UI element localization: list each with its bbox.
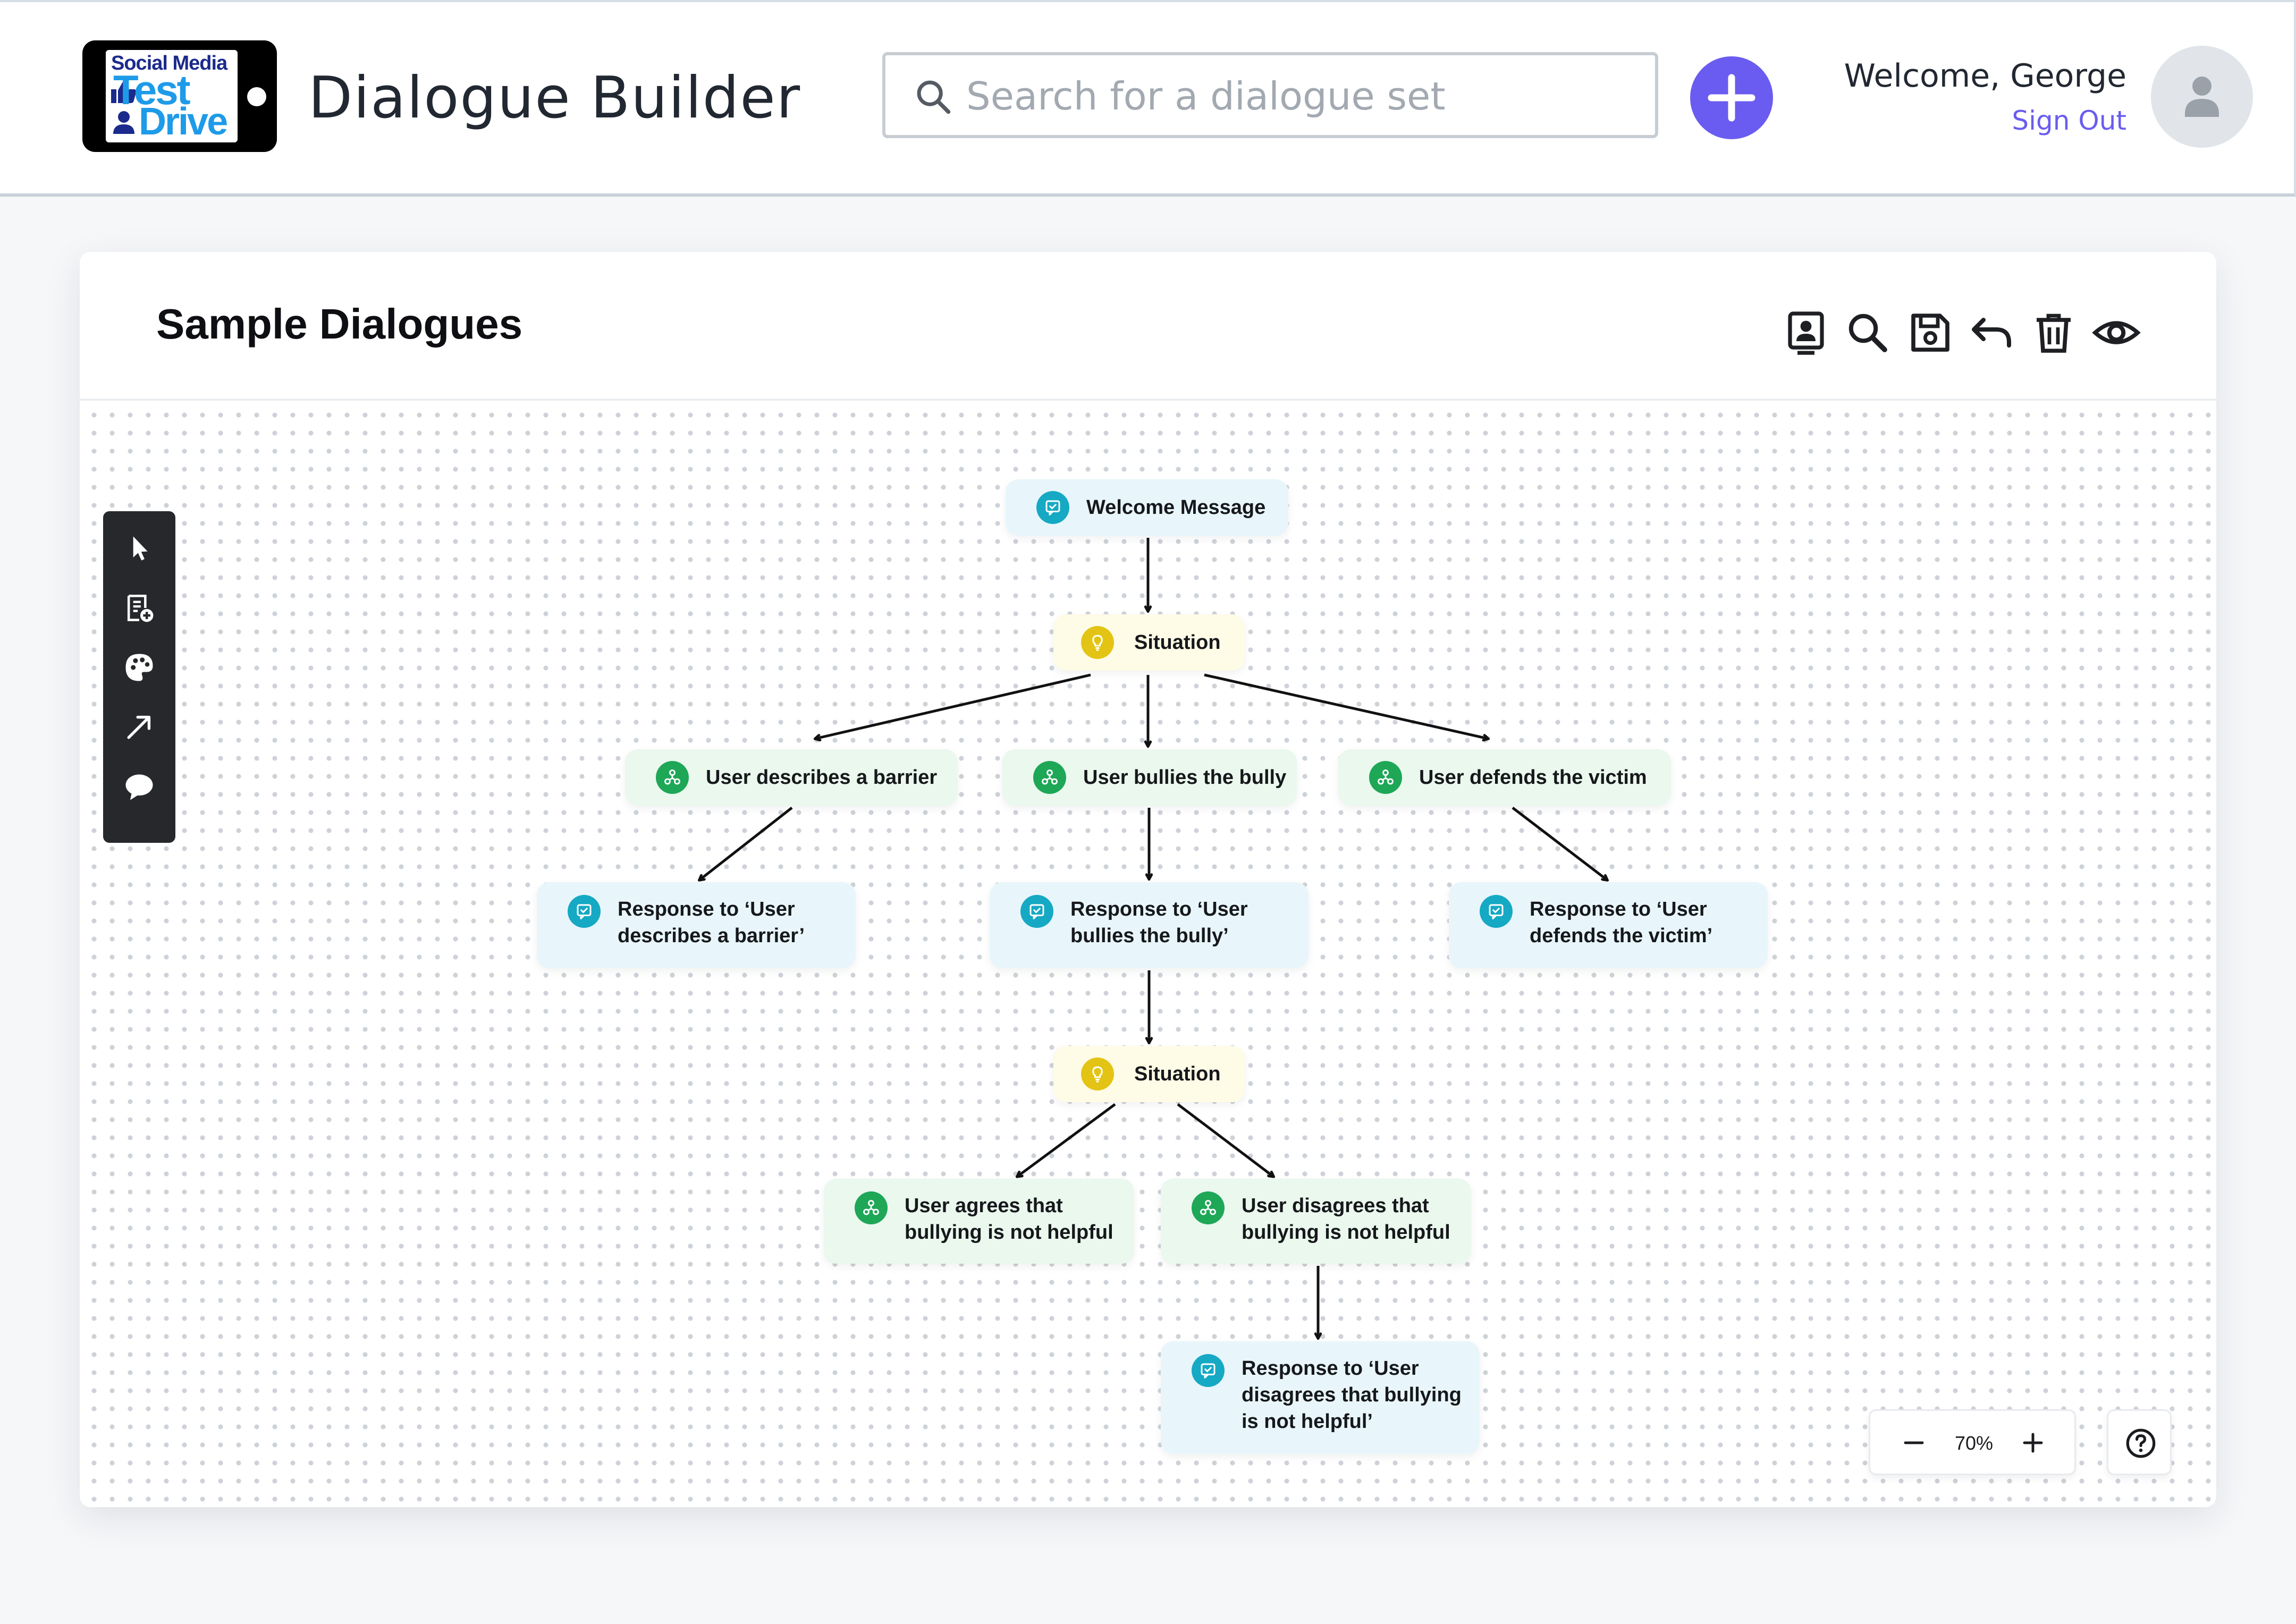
flow-node-label: Response to ‘User bullies the bully’ xyxy=(1070,898,1248,947)
flow-node-user-bully[interactable]: User bullies the bully xyxy=(1002,749,1297,806)
flow-node-user-barrier[interactable]: User describes a barrier xyxy=(625,749,958,806)
lightbulb-icon xyxy=(1081,626,1114,659)
connector-user-defends-to-resp-defends[interactable] xyxy=(1512,807,1607,880)
flow-node-label: Situation xyxy=(1134,1063,1221,1085)
user-choice-icon xyxy=(855,1191,888,1224)
flow-node-label: User agrees that bullying is not helpful xyxy=(905,1195,1113,1244)
flow-node-user-disagrees[interactable]: User disagrees that bullying is not help… xyxy=(1161,1179,1471,1264)
flow-node-label: User disagrees that bullying is not help… xyxy=(1242,1195,1450,1244)
chat-message-icon xyxy=(1480,895,1513,928)
connector-situation1-to-user-defends[interactable] xyxy=(1204,673,1488,739)
flow-connectors xyxy=(0,538,2296,1624)
flow-node-label: Response to ‘User defends the victim’ xyxy=(1530,898,1713,947)
flow-node-situation2[interactable]: Situation xyxy=(1053,1046,1245,1102)
connector-user-barrier-to-resp-barrier[interactable] xyxy=(699,807,793,880)
connector-situation2-to-user-disagrees[interactable] xyxy=(1177,1103,1273,1177)
chat-message-icon xyxy=(568,895,601,928)
flow-node-resp-defends[interactable]: Response to ‘User defends the victim’ xyxy=(1449,882,1768,968)
zoom-out-button[interactable] xyxy=(1898,1427,1930,1459)
flow-node-welcome[interactable]: Welcome Message xyxy=(1006,479,1288,536)
help-button[interactable] xyxy=(2107,1409,2172,1475)
flow-node-label: User describes a barrier xyxy=(706,766,938,789)
user-choice-icon xyxy=(1033,761,1066,794)
chat-message-icon xyxy=(1192,1354,1225,1387)
user-choice-icon xyxy=(1369,761,1402,794)
connector-situation1-to-user-barrier[interactable] xyxy=(815,673,1091,739)
flow-node-label: Welcome Message xyxy=(1086,496,1266,519)
flow-node-label: Situation xyxy=(1134,631,1221,654)
minus-icon xyxy=(1904,1441,1924,1444)
flow-node-resp-barrier[interactable]: Response to ‘User describes a barrier’ xyxy=(537,882,856,968)
flow-node-situation1[interactable]: Situation xyxy=(1053,614,1245,671)
zoom-control: 70% xyxy=(1869,1409,2076,1475)
flow-node-resp-bully[interactable]: Response to ‘User bullies the bully’ xyxy=(990,882,1309,968)
flow-node-label: Response to ‘User describes a barrier’ xyxy=(618,898,805,947)
flow-node-user-defends[interactable]: User defends the victim xyxy=(1338,749,1671,806)
lightbulb-icon xyxy=(1081,1058,1114,1090)
zoom-in-button[interactable] xyxy=(2017,1427,2049,1459)
connector-situation2-to-user-agrees[interactable] xyxy=(1017,1103,1116,1177)
flow-node-resp-disagrees[interactable]: Response to ‘User disagrees that bullyin… xyxy=(1161,1341,1480,1454)
plus-icon xyxy=(2023,1433,2043,1453)
flow-node-label: Response to ‘User disagrees that bullyin… xyxy=(1242,1357,1462,1433)
chat-message-icon xyxy=(1036,491,1069,524)
flow-node-label: User bullies the bully xyxy=(1083,766,1287,789)
chat-message-icon xyxy=(1020,895,1053,928)
flow-node-label: User defends the victim xyxy=(1419,766,1647,789)
zoom-level: 70% xyxy=(1954,1432,1994,1454)
help-icon xyxy=(2126,1428,2156,1458)
flow-node-user-agrees[interactable]: User agrees that bullying is not helpful xyxy=(824,1179,1134,1264)
user-choice-icon xyxy=(1192,1191,1225,1224)
user-choice-icon xyxy=(656,761,689,794)
